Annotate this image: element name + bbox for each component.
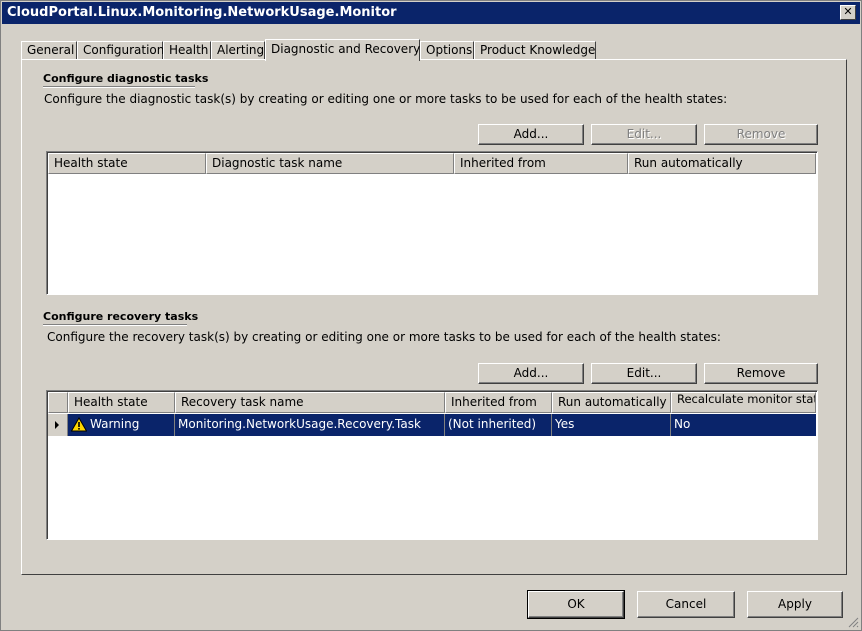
cell-inherited-from[interactable]: (Not inherited) (445, 414, 552, 436)
tab-alerting[interactable]: Alerting (211, 41, 265, 60)
column-header-health-state[interactable]: Health state (48, 153, 206, 174)
cell-health-state[interactable]: Warning (68, 414, 175, 436)
health-state-text: Warning (90, 417, 140, 431)
warning-icon (71, 417, 87, 432)
diagnostic-remove-button[interactable]: Remove (704, 124, 818, 145)
column-header-recalculate-monitor-state[interactable]: Recalculate monitor state (671, 392, 816, 413)
resize-grip-icon[interactable] (847, 616, 859, 628)
table-row[interactable]: Warning Monitoring.NetworkUsage.Recovery… (68, 414, 816, 436)
column-header-run-automatically[interactable]: Run automatically (552, 392, 671, 413)
tab-diagnostic-and-recovery[interactable]: Diagnostic and Recovery (265, 39, 420, 61)
diagnostic-task-grid[interactable]: Health state Diagnostic task name Inheri… (46, 151, 818, 295)
diagnostic-edit-button[interactable]: Edit... (591, 124, 697, 145)
row-selector[interactable] (48, 414, 68, 436)
column-header-inherited-from[interactable]: Inherited from (454, 153, 628, 174)
recovery-add-button[interactable]: Add... (478, 363, 584, 384)
tab-configuration[interactable]: Configuration (77, 41, 164, 60)
recovery-task-grid[interactable]: Health state Recovery task name Inherite… (46, 390, 818, 540)
column-header-recovery-task-name[interactable]: Recovery task name (175, 392, 445, 413)
recovery-description: Configure the recovery task(s) by creati… (47, 330, 721, 344)
tab-options[interactable]: Options (420, 41, 474, 60)
recovery-remove-button[interactable]: Remove (704, 363, 818, 384)
recovery-section-title: Configure recovery tasks (43, 310, 199, 323)
cell-recovery-task-name[interactable]: Monitoring.NetworkUsage.Recovery.Task (175, 414, 445, 436)
tab-general[interactable]: General (21, 41, 77, 60)
recovery-section-divider (43, 324, 187, 326)
properties-dialog: CloudPortal.Linux.Monitoring.NetworkUsag… (0, 0, 862, 631)
recovery-edit-button[interactable]: Edit... (591, 363, 697, 384)
apply-button[interactable]: Apply (747, 591, 843, 618)
close-icon: ✕ (843, 5, 853, 18)
column-header-health-state[interactable]: Health state (68, 392, 175, 413)
row-header-corner (48, 392, 68, 413)
diagnostic-section-title: Configure diagnostic tasks (43, 72, 209, 85)
cell-run-automatically[interactable]: Yes (552, 414, 671, 436)
cancel-button[interactable]: Cancel (637, 591, 735, 618)
diagnostic-add-button[interactable]: Add... (478, 124, 584, 145)
ok-button[interactable]: OK (527, 590, 625, 619)
current-row-arrow-icon (55, 421, 59, 429)
diagnostic-description: Configure the diagnostic task(s) by crea… (44, 92, 728, 106)
column-header-diagnostic-task-name[interactable]: Diagnostic task name (206, 153, 454, 174)
column-header-inherited-from[interactable]: Inherited from (445, 392, 552, 413)
tab-health[interactable]: Health (163, 41, 211, 60)
title-bar[interactable]: CloudPortal.Linux.Monitoring.NetworkUsag… (2, 2, 860, 24)
close-button[interactable]: ✕ (840, 5, 856, 20)
cell-recalculate-monitor-state[interactable]: No (671, 414, 816, 436)
column-header-run-automatically[interactable]: Run automatically (628, 153, 816, 174)
tab-product-knowledge[interactable]: Product Knowledge (474, 41, 596, 60)
window-title: CloudPortal.Linux.Monitoring.NetworkUsag… (7, 5, 397, 20)
tab-panel: Configure diagnostic tasks Configure the… (21, 59, 847, 575)
diagnostic-section-divider (43, 86, 195, 88)
